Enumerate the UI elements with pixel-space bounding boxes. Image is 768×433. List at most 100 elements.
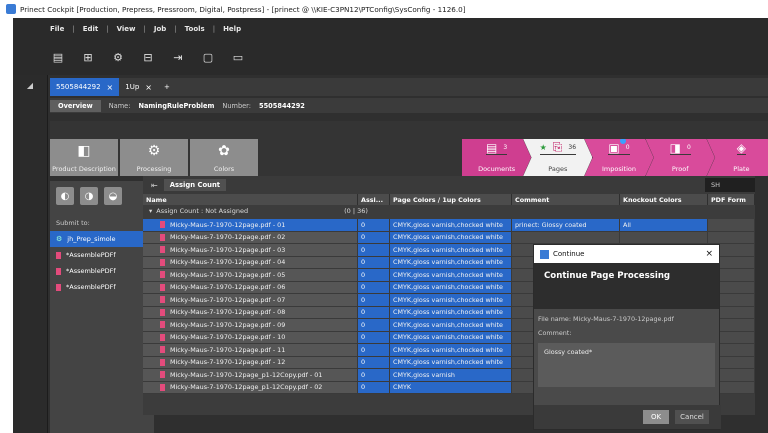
cell-assi: 0 <box>358 344 390 356</box>
window-titlebar: Prinect Cockpit [Production, Prepress, P… <box>0 0 768 18</box>
menu-edit[interactable]: Edit <box>83 25 99 33</box>
sequence-item[interactable]: *AssemblePDFf <box>50 263 154 279</box>
menu-bar: File | Edit | View | Job | Tools | Help <box>13 18 768 40</box>
cell-col: CMYK,gloss varnish,chocked white <box>390 319 512 331</box>
step-plate[interactable]: ◈ Plate <box>706 139 768 176</box>
cell-text: Micky-Maus-7-1970-12page.pdf - 02 <box>170 233 286 242</box>
col-comment[interactable]: Comment <box>512 194 620 205</box>
cell-col: CMYK,gloss varnish,chocked white <box>390 269 512 281</box>
table-row[interactable]: Micky-Maus-7-1970-12page.pdf - 02 0 CMYK,g… <box>143 231 755 244</box>
cell-assi: 0 <box>358 231 390 243</box>
col-pdf-form[interactable]: PDF Form <box>708 194 755 205</box>
pdf-page-icon <box>160 271 165 279</box>
sequence-item[interactable]: ⚙ jh_Prep_simole <box>50 231 154 247</box>
network-icon[interactable]: ⊟ <box>140 50 156 66</box>
tab-job-close-icon[interactable]: × <box>107 83 114 92</box>
cell-text: CMYK,gloss varnish,chocked white <box>393 283 503 292</box>
nav-colors[interactable]: ✿ Colors <box>190 139 258 176</box>
imposition-count: 0 <box>625 144 630 152</box>
step-pages-label: Pages <box>548 165 568 173</box>
cell-text: CMYK,gloss varnish,chocked white <box>393 245 503 254</box>
step-imposition-label: Imposition <box>602 165 636 173</box>
app-icon <box>6 4 16 14</box>
step-imposition[interactable]: ▣ 0 Imposition <box>584 139 654 176</box>
cell-text: CMYK,gloss varnish,chocked white <box>393 358 503 367</box>
cell-name: Micky-Maus-7-1970-12page_p1-12Copy.pdf -… <box>143 381 358 393</box>
sort-icon[interactable]: ⇤ <box>151 181 158 190</box>
ok-button[interactable]: OK <box>643 410 669 424</box>
dialog-heading: Continue Page Processing <box>534 263 719 309</box>
settings-icon[interactable]: ⚙ <box>110 50 126 66</box>
workflow-b-icon[interactable]: ◑ <box>80 187 98 205</box>
cell-text: Micky-Maus-7-1970-12page.pdf - 08 <box>170 308 286 317</box>
import-icon[interactable]: ⇥ <box>170 50 186 66</box>
cell-text: 0 <box>361 220 366 229</box>
new-tab-button[interactable]: + <box>158 78 176 96</box>
cell-pdfc <box>708 231 755 243</box>
workflow-a-icon[interactable]: ◐ <box>56 187 74 205</box>
cell-name: Micky-Maus-7-1970-12page.pdf - 08 <box>143 306 358 318</box>
group-label: Assign Count : Not Assigned <box>156 207 249 215</box>
cell-text: 0 <box>361 258 366 267</box>
monitor-icon[interactable]: ▢ <box>200 50 216 66</box>
comment-textarea[interactable]: Glossy coated* <box>538 343 715 387</box>
nav-processing-label: Processing <box>136 165 172 173</box>
cell-col: CMYK <box>390 381 512 393</box>
cancel-button[interactable]: Cancel <box>675 410 709 424</box>
new-job-icon[interactable]: ▤ <box>50 50 66 66</box>
name-value: NamingRuleProblem <box>138 101 215 110</box>
cell-name: Micky-Maus-7-1970-12page.pdf - 11 <box>143 344 358 356</box>
sequence-item[interactable]: *AssemblePDFf <box>50 247 154 263</box>
submit-panel: ◐ ◑ ◒ Submit to: ⚙ jh_Prep_simole *Assem… <box>50 181 154 433</box>
cell-assi: 0 <box>358 319 390 331</box>
pdf-page-icon <box>160 371 165 379</box>
step-proof[interactable]: ◨ 0 Proof <box>645 139 715 176</box>
cell-knock: All <box>620 219 708 231</box>
table-row[interactable]: Micky-Maus-7-1970-12page.pdf - 01 0 CMYK,g… <box>143 219 755 232</box>
pdf-page-icon <box>160 308 165 316</box>
menu-file[interactable]: File <box>50 25 64 33</box>
nav-processing[interactable]: ⚙ Processing <box>120 139 188 176</box>
tab-1up[interactable]: 1Up × <box>119 78 158 96</box>
cell-assi: 0 <box>358 369 390 381</box>
menu-tools[interactable]: Tools <box>185 25 205 33</box>
overview-button[interactable]: Overview <box>50 99 101 112</box>
col-knockout[interactable]: Knockout Colors <box>620 194 708 205</box>
cell-knock <box>620 231 708 243</box>
jobs-icon[interactable]: ⊞ <box>80 50 96 66</box>
expand-icon[interactable]: ▾ <box>149 207 152 215</box>
col-name[interactable]: Name <box>143 194 358 205</box>
dialog-close-icon[interactable]: × <box>705 249 713 259</box>
cell-text: CMYK,gloss varnish,chocked white <box>393 270 503 279</box>
col-assi[interactable]: Assi... <box>358 194 390 205</box>
menu-view[interactable]: View <box>117 25 136 33</box>
tab-1up-close-icon[interactable]: × <box>145 83 152 92</box>
file-name-text: File name: Micky-Maus-7-1970-12page.pdf <box>538 315 674 323</box>
nav-product-description[interactable]: ◧ Product Description <box>50 139 118 176</box>
sequence-label: jh_Prep_simole <box>67 235 116 243</box>
workflow-steps: ▤ 3 Documents ★ ⎘ 36 Pages ▣ 0 Imposition ◨ 0… <box>462 139 768 176</box>
document-icon[interactable]: ▭ <box>230 50 246 66</box>
group-row[interactable]: ▾ Assign Count : Not Assigned (0 | 36) <box>143 205 755 217</box>
menu-help[interactable]: Help <box>223 25 241 33</box>
sequence-item[interactable]: *AssemblePDFf <box>50 279 154 295</box>
step-documents-label: Documents <box>478 165 516 173</box>
dialog-body: File name: Micky-Maus-7-1970-12page.pdf … <box>534 309 719 393</box>
filter-field[interactable]: SH <box>705 178 755 192</box>
cell-text: 0 <box>361 345 366 354</box>
cell-col: CMYK,gloss varnish,chocked white <box>390 344 512 356</box>
cell-col: CMYK,gloss varnish,chocked white <box>390 256 512 268</box>
cell-text: 0 <box>361 370 366 379</box>
collapse-icon[interactable]: ◢ <box>19 81 41 95</box>
assign-count-button[interactable]: Assign Count <box>163 179 227 191</box>
cell-text: Micky-Maus-7-1970-12page.pdf - 10 <box>170 333 286 342</box>
col-page-colors[interactable]: Page Colors / 1up Colors <box>390 194 512 205</box>
cell-comm: prinect: Glossy coated <box>512 219 620 231</box>
step-pages[interactable]: ★ ⎘ 36 Pages <box>523 139 593 176</box>
step-documents[interactable]: ▤ 3 Documents <box>462 139 532 176</box>
cell-text: Micky-Maus-7-1970-12page.pdf - 07 <box>170 295 286 304</box>
menu-job[interactable]: Job <box>154 25 166 33</box>
cell-text: 0 <box>361 333 366 342</box>
workflow-c-icon[interactable]: ◒ <box>104 187 122 205</box>
tab-job[interactable]: 5505844292 × <box>50 78 120 96</box>
